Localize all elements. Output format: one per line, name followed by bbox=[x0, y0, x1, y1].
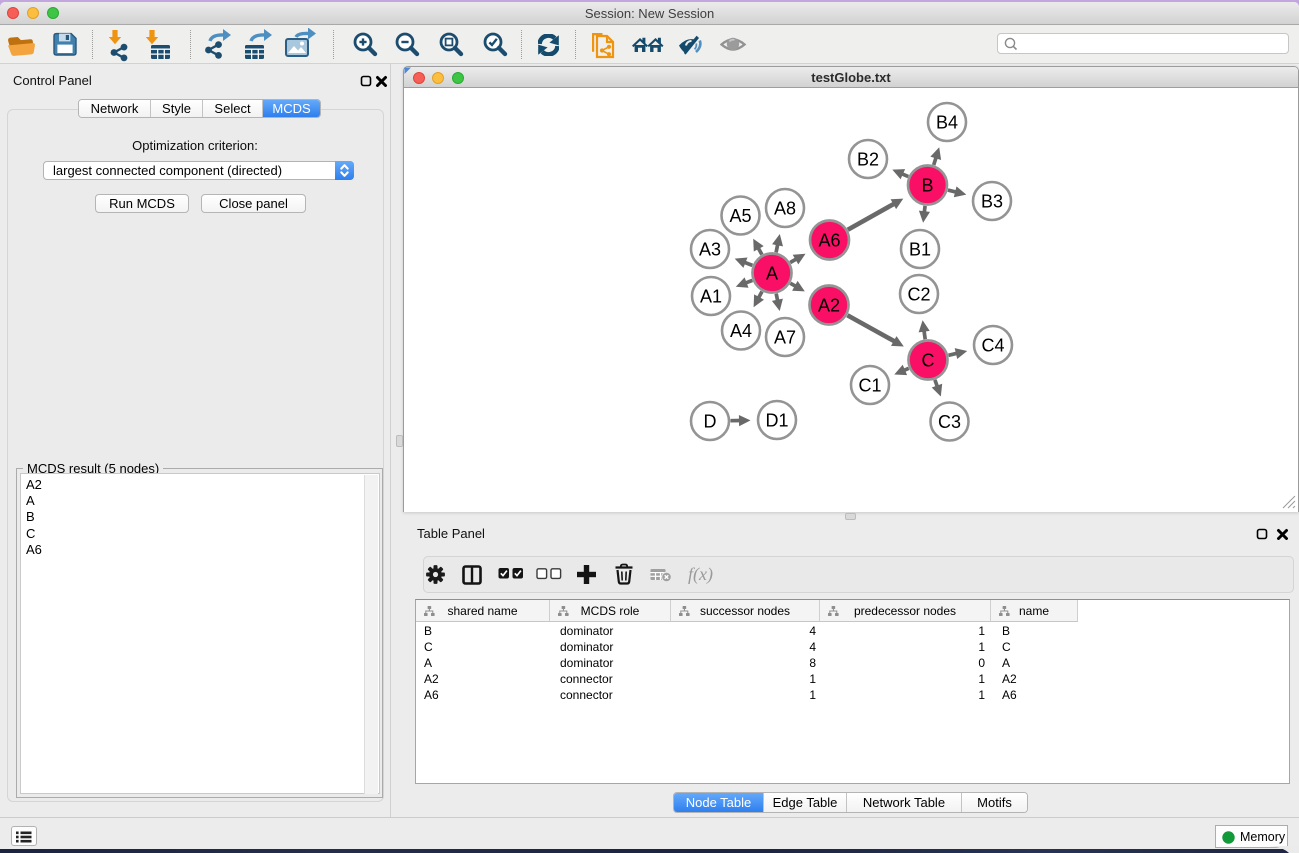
svg-text:A: A bbox=[766, 263, 778, 283]
svg-text:C3: C3 bbox=[938, 412, 961, 432]
svg-text:B2: B2 bbox=[857, 149, 879, 169]
svg-text:D: D bbox=[704, 411, 717, 431]
svg-text:B: B bbox=[921, 175, 933, 195]
svg-text:A8: A8 bbox=[774, 198, 796, 218]
svg-text:A6: A6 bbox=[818, 230, 840, 250]
svg-text:A5: A5 bbox=[729, 206, 751, 226]
svg-text:A1: A1 bbox=[700, 286, 722, 306]
svg-text:C: C bbox=[922, 350, 935, 370]
svg-text:A3: A3 bbox=[699, 239, 721, 259]
svg-text:B3: B3 bbox=[981, 191, 1003, 211]
svg-text:C1: C1 bbox=[858, 375, 881, 395]
svg-text:B1: B1 bbox=[909, 239, 931, 259]
svg-text:A4: A4 bbox=[730, 321, 752, 341]
svg-text:C4: C4 bbox=[981, 335, 1004, 355]
svg-text:A7: A7 bbox=[774, 327, 796, 347]
svg-text:C2: C2 bbox=[907, 284, 930, 304]
svg-text:A2: A2 bbox=[818, 295, 840, 315]
svg-text:D1: D1 bbox=[765, 410, 788, 430]
svg-text:B4: B4 bbox=[936, 112, 958, 132]
